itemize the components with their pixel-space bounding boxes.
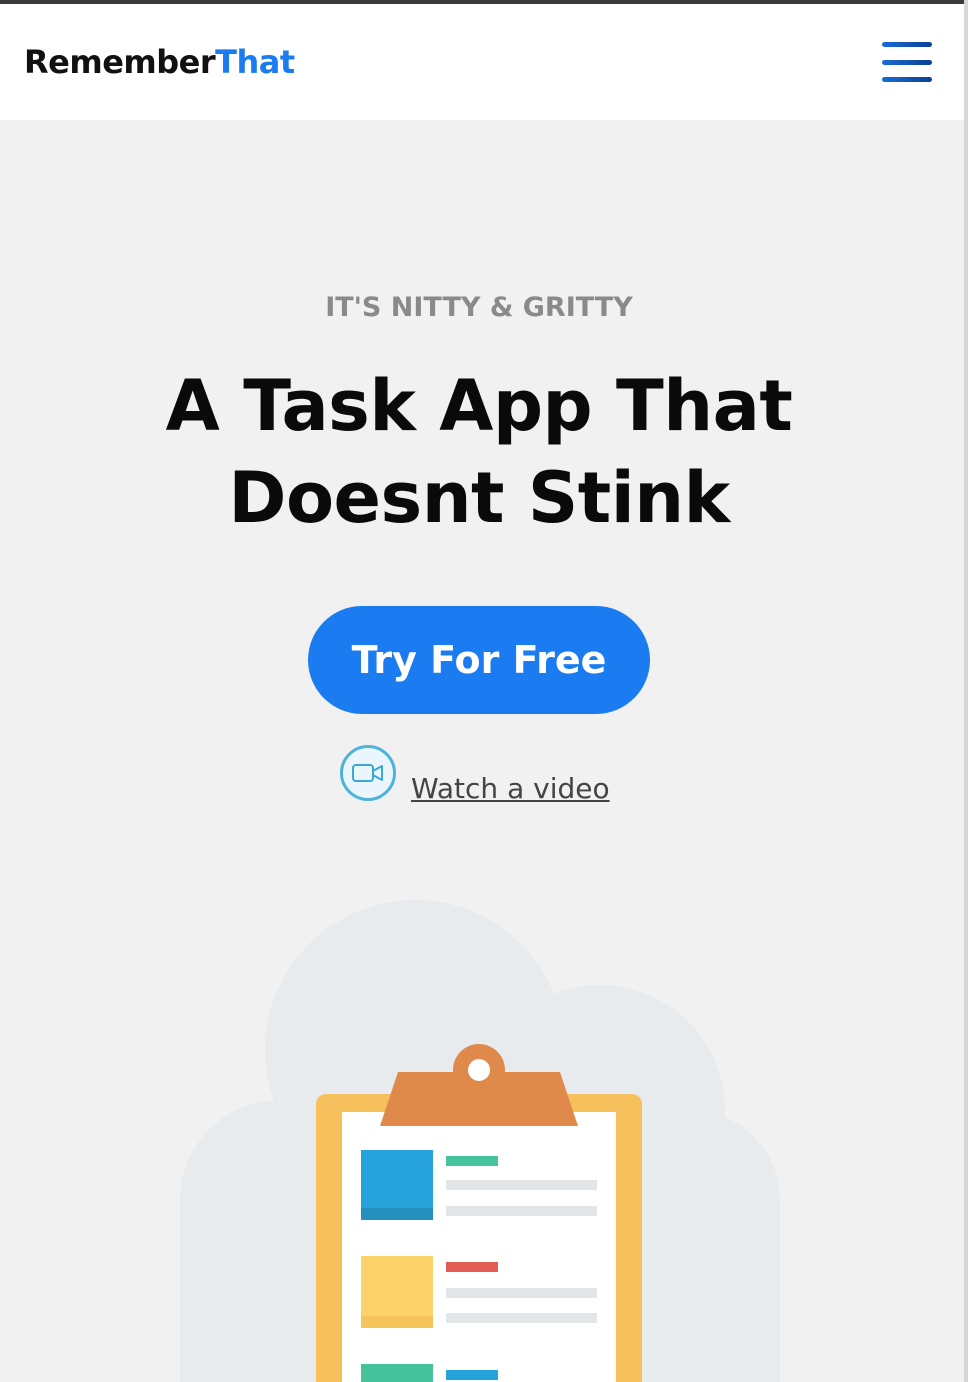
site-header: RememberThat [0,4,964,120]
site-logo[interactable]: RememberThat [24,43,295,81]
video-camera-glyph [352,764,383,782]
menu-bar-bottom [882,77,932,82]
hero-section: IT'S NITTY & GRITTY A Task App That Does… [0,120,964,1382]
video-camera-icon[interactable] [340,745,396,801]
hamburger-menu-icon[interactable] [882,42,932,82]
logo-text-remember: Remember [24,43,216,81]
try-for-free-button[interactable]: Try For Free [308,606,650,714]
headline-line-1: A Task App That [165,365,793,447]
watch-video-link[interactable]: Watch a video [411,772,610,805]
menu-bar-middle [882,59,932,65]
scrollbar-track [964,0,968,1382]
hero-headline: A Task App That Doesnt Stink [0,360,958,544]
hero-eyebrow: IT'S NITTY & GRITTY [325,292,633,323]
logo-text-that: That [215,43,295,81]
clipboard-checklist-illustration [180,900,780,1382]
headline-line-2: Doesnt Stink [228,457,730,539]
menu-bar-top [882,42,932,47]
